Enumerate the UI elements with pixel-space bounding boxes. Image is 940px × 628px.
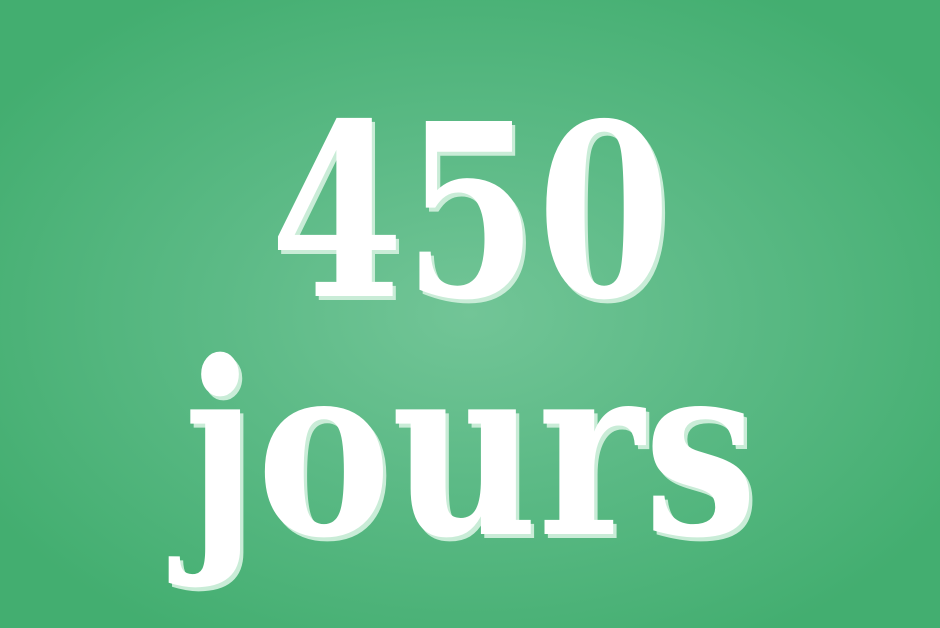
headline-unit-text: jours — [183, 309, 757, 591]
headline-number: 450 — [0, 92, 940, 332]
headline-number-text: 450 — [269, 71, 671, 353]
headline-unit: jours — [0, 330, 940, 570]
